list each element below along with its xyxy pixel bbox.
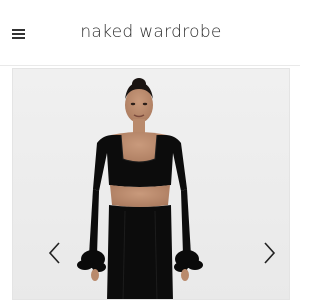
hamburger-menu-icon[interactable] bbox=[12, 28, 27, 40]
chevron-right-icon[interactable] bbox=[261, 241, 277, 265]
product-image-gallery[interactable] bbox=[12, 68, 290, 300]
product-photo bbox=[13, 69, 289, 299]
chevron-left-icon[interactable] bbox=[47, 241, 63, 265]
menu-line bbox=[12, 29, 25, 31]
menu-line bbox=[12, 37, 25, 39]
brand-logo[interactable]: naked wardrobe bbox=[68, 22, 234, 42]
site-header: naked wardrobe bbox=[0, 0, 300, 66]
menu-line bbox=[12, 33, 25, 35]
